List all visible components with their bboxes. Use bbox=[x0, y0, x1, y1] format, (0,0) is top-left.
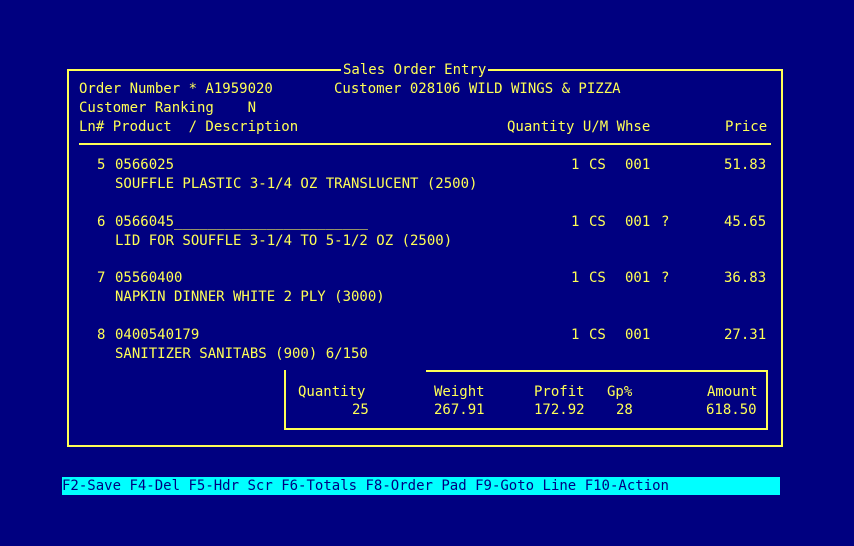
line-qty[interactable]: 1 bbox=[571, 156, 579, 174]
line-description: SOUFFLE PLASTIC 3-1/4 OZ TRANSLUCENT (25… bbox=[115, 176, 478, 192]
line-product[interactable]: 05560400 bbox=[115, 269, 182, 287]
column-header-qty-um-whse: Quantity U/M Whse bbox=[507, 119, 651, 135]
totals-gp-label: Gp% bbox=[607, 384, 633, 400]
totals-amount-label: Amount bbox=[707, 384, 758, 400]
line-whse[interactable]: 001 bbox=[625, 156, 650, 174]
customer-ranking: Customer Ranking N bbox=[79, 100, 257, 116]
line-description: SANITIZER SANITABS (900) 6/150 bbox=[115, 346, 368, 362]
fkey-totals[interactable]: F6-Totals bbox=[281, 478, 357, 494]
line-whse[interactable]: 001 bbox=[625, 269, 650, 287]
line-whse[interactable]: 001 bbox=[625, 326, 650, 344]
product-input-fill: _______________________ bbox=[174, 214, 368, 230]
totals-quantity-label: Quantity bbox=[298, 384, 366, 400]
lookup-flag[interactable]: ? bbox=[661, 213, 669, 231]
totals-profit-label: Profit bbox=[534, 384, 585, 400]
customer-info[interactable]: Customer 028106 WILD WINGS & PIZZA bbox=[334, 80, 621, 98]
column-header-price: Price bbox=[725, 119, 768, 135]
line-number: 5 bbox=[97, 157, 106, 173]
order-number[interactable]: Order Number * A1959020 bbox=[79, 80, 273, 98]
fkey-action[interactable]: F10-Action bbox=[585, 478, 669, 494]
line-qty[interactable]: 1 bbox=[571, 269, 579, 287]
totals-profit: 172.92 bbox=[534, 402, 585, 418]
fkey-order-pad[interactable]: F8-Order Pad bbox=[366, 478, 467, 494]
line-um: CS bbox=[589, 270, 606, 286]
totals-amount: 618.50 bbox=[706, 402, 757, 418]
line-um: CS bbox=[589, 157, 606, 173]
line-product: 0566045 bbox=[115, 214, 175, 230]
totals-left-edge bbox=[284, 382, 286, 428]
window-title: Sales Order Entry bbox=[341, 61, 489, 79]
line-price[interactable]: 36.83 bbox=[724, 269, 766, 287]
line-price[interactable]: 27.31 bbox=[724, 326, 766, 344]
line-product[interactable]: 0400540179 bbox=[115, 326, 199, 344]
line-qty[interactable]: 1 bbox=[571, 326, 579, 344]
fkey-delete[interactable]: F4-Del bbox=[129, 478, 180, 494]
function-key-bar: F2-Save F4-Del F5-Hdr Scr F6-Totals F8-O… bbox=[62, 477, 780, 495]
fkey-goto-line[interactable]: F9-Goto Line bbox=[475, 478, 576, 494]
line-description: LID FOR SOUFFLE 3-1/4 TO 5-1/2 OZ (2500) bbox=[115, 233, 453, 249]
column-header-product: Ln# Product / Description bbox=[79, 119, 299, 135]
line-number: 7 bbox=[97, 270, 106, 286]
fkey-header-screen[interactable]: F5-Hdr Scr bbox=[188, 478, 272, 494]
line-qty[interactable]: 1 bbox=[571, 213, 579, 231]
line-number: 6 bbox=[97, 214, 106, 230]
fkey-save[interactable]: F2-Save bbox=[62, 478, 121, 494]
header-divider bbox=[79, 143, 771, 145]
line-price[interactable]: 51.83 bbox=[724, 156, 766, 174]
totals-weight: 267.91 bbox=[434, 402, 485, 418]
lookup-flag[interactable]: ? bbox=[661, 269, 669, 287]
totals-quantity: 25 bbox=[352, 402, 369, 418]
line-description: NAPKIN DINNER WHITE 2 PLY (3000) bbox=[115, 289, 385, 305]
line-number: 8 bbox=[97, 327, 106, 343]
totals-box-gap bbox=[286, 369, 426, 373]
line-um: CS bbox=[589, 327, 606, 343]
line-product-input[interactable]: 0566045_______________________ bbox=[115, 213, 368, 231]
totals-weight-label: Weight bbox=[434, 384, 485, 400]
line-whse[interactable]: 001 bbox=[625, 213, 650, 231]
line-price[interactable]: 45.65 bbox=[724, 213, 766, 231]
line-um: CS bbox=[589, 214, 606, 230]
totals-gp: 28 bbox=[616, 402, 633, 418]
line-product[interactable]: 0566025 bbox=[115, 156, 174, 174]
